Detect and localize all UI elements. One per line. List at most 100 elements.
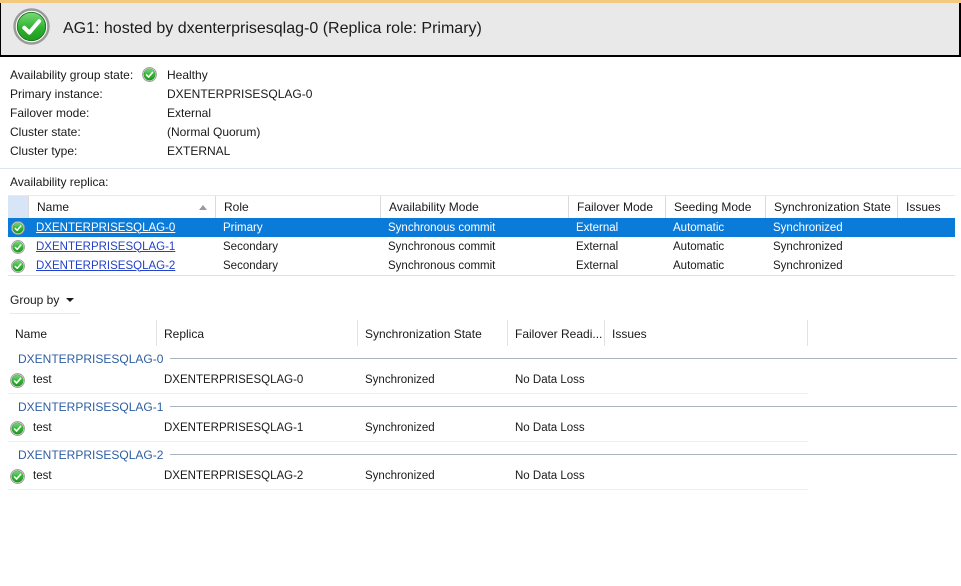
group-by-button[interactable]: Group by bbox=[10, 291, 80, 314]
section-divider bbox=[0, 168, 961, 169]
healthy-check-icon bbox=[13, 8, 50, 50]
replica-row[interactable]: DXENTERPRISESQLAG-0 PrimarySynchronous co… bbox=[8, 218, 955, 237]
database-replica-cell: DXENTERPRISESQLAG-1 bbox=[157, 422, 358, 434]
replica-name-cell: DXENTERPRISESQLAG-1 bbox=[28, 241, 215, 253]
db-column-header-failover-readi[interactable]: Failover Readi... bbox=[508, 320, 605, 346]
database-name: test bbox=[33, 374, 52, 386]
replica-table: Name Role Availability Mode Failover Mode Se… bbox=[8, 195, 955, 276]
group-header[interactable]: DXENTERPRISESQLAG-1 bbox=[8, 398, 961, 415]
db-column-header-name[interactable]: Name bbox=[8, 320, 157, 346]
replica-seeding-mode-cell: Automatic bbox=[665, 241, 765, 253]
database-name-cell: test bbox=[8, 421, 157, 436]
db-column-header-issues[interactable]: Issues bbox=[605, 320, 808, 346]
sort-ascending-icon bbox=[199, 205, 207, 210]
database-replica-cell: DXENTERPRISESQLAG-0 bbox=[157, 374, 358, 386]
database-failover-readiness-cell: No Data Loss bbox=[508, 374, 605, 386]
column-header-seeding-mode[interactable]: Seeding Mode bbox=[665, 196, 765, 218]
replica-table-body: DXENTERPRISESQLAG-0 PrimarySynchronous co… bbox=[8, 218, 955, 275]
replica-name-link[interactable]: DXENTERPRISESQLAG-1 bbox=[36, 241, 175, 253]
replica-name-cell: DXENTERPRISESQLAG-0 bbox=[28, 222, 215, 234]
database-row[interactable]: test DXENTERPRISESQLAG-2SynchronizedNo Da… bbox=[8, 463, 808, 490]
replica-availability-mode-cell: Synchronous commit bbox=[380, 222, 568, 234]
healthy-check-icon bbox=[11, 259, 25, 273]
column-header-name[interactable]: Name bbox=[28, 196, 215, 218]
db-column-header-label: Synchronization State bbox=[365, 327, 482, 341]
summary-field-label: Cluster state: bbox=[10, 125, 142, 139]
healthy-check-icon bbox=[10, 373, 25, 388]
status-icon-column-header[interactable] bbox=[8, 196, 28, 218]
replica-role-cell: Primary bbox=[215, 222, 380, 234]
database-name-cell: test bbox=[8, 373, 157, 388]
column-header-label: Synchronization State bbox=[774, 200, 891, 214]
replica-availability-mode-cell: Synchronous commit bbox=[380, 241, 568, 253]
replica-role-cell: Secondary bbox=[215, 241, 380, 253]
group-header-rule bbox=[170, 454, 957, 455]
chevron-down-icon bbox=[66, 298, 74, 302]
replica-synchronization-state-cell: Synchronized bbox=[765, 260, 897, 272]
summary-row: Cluster type:EXTERNAL bbox=[10, 141, 961, 160]
replica-status-cell bbox=[8, 259, 28, 273]
summary-field-label: Primary instance: bbox=[10, 87, 142, 101]
group-header[interactable]: DXENTERPRISESQLAG-2 bbox=[8, 446, 961, 463]
replica-status-cell bbox=[8, 221, 28, 235]
column-header-synchronization-state[interactable]: Synchronization State bbox=[765, 196, 897, 218]
db-column-header-synchronization-state[interactable]: Synchronization State bbox=[358, 320, 508, 346]
summary-field-label: Availability group state: bbox=[10, 68, 142, 82]
column-header-label: Role bbox=[224, 200, 249, 214]
replica-row[interactable]: DXENTERPRISESQLAG-1 SecondarySynchronous … bbox=[8, 237, 955, 256]
db-column-header-label: Replica bbox=[164, 327, 204, 341]
healthy-check-icon bbox=[142, 67, 157, 82]
database-name: test bbox=[33, 470, 52, 482]
database-synchronization-state-cell: Synchronized bbox=[358, 374, 508, 386]
database-row[interactable]: test DXENTERPRISESQLAG-1SynchronizedNo Da… bbox=[8, 415, 808, 442]
replica-name-link[interactable]: DXENTERPRISESQLAG-2 bbox=[36, 260, 175, 272]
column-header-issues[interactable]: Issues bbox=[897, 196, 955, 218]
column-header-label: Issues bbox=[906, 200, 941, 214]
database-replica-cell: DXENTERPRISESQLAG-2 bbox=[157, 470, 358, 482]
replica-row[interactable]: DXENTERPRISESQLAG-2SecondarySynchronous … bbox=[8, 256, 955, 275]
database-failover-readiness-cell: No Data Loss bbox=[508, 422, 605, 434]
healthy-check-icon bbox=[11, 240, 25, 254]
availability-group-dashboard: AG1: hosted by dxenterprisesqlag-0 (Repl… bbox=[0, 0, 961, 586]
summary-row: Primary instance: DXENTERPRISESQLAG-0 bbox=[10, 84, 961, 103]
database-synchronization-state-cell: Synchronized bbox=[358, 422, 508, 434]
summary-field-label: Failover mode: bbox=[10, 106, 142, 120]
database-synchronization-state-cell: Synchronized bbox=[358, 470, 508, 482]
db-header-filler bbox=[808, 320, 961, 346]
column-header-role[interactable]: Role bbox=[215, 196, 380, 218]
replica-name-link[interactable]: DXENTERPRISESQLAG-0 bbox=[36, 222, 175, 234]
column-header-availability-mode[interactable]: Availability Mode bbox=[380, 196, 568, 218]
summary-row: Failover mode:External bbox=[10, 103, 961, 122]
database-table-body: DXENTERPRISESQLAG-0 test DXENTERPRISESQLAG… bbox=[0, 350, 961, 490]
group-by-label: Group by bbox=[10, 293, 59, 307]
summary-row: Cluster state: (Normal Quorum) bbox=[10, 122, 961, 141]
replica-seeding-mode-cell: Automatic bbox=[665, 260, 765, 272]
db-column-header-label: Issues bbox=[612, 327, 647, 341]
replica-name-cell: DXENTERPRISESQLAG-2 bbox=[28, 260, 215, 272]
column-header-label: Availability Mode bbox=[389, 200, 479, 214]
column-header-failover-mode[interactable]: Failover Mode bbox=[568, 196, 665, 218]
summary-field-value: (Normal Quorum) bbox=[167, 125, 260, 139]
database-failover-readiness-cell: No Data Loss bbox=[508, 470, 605, 482]
availability-replica-label: Availability replica: bbox=[10, 175, 961, 189]
db-column-header-replica[interactable]: Replica bbox=[157, 320, 358, 346]
healthy-check-icon bbox=[11, 221, 25, 235]
db-column-header-label: Name bbox=[15, 327, 47, 341]
group-header-label: DXENTERPRISESQLAG-1 bbox=[8, 400, 163, 414]
summary-row: Availability group state:Healthy bbox=[10, 65, 961, 84]
summary-field-label: Cluster type: bbox=[10, 144, 142, 158]
db-column-header-label: Failover Readi... bbox=[515, 327, 602, 341]
database-name-cell: test bbox=[8, 469, 157, 484]
replica-status-cell bbox=[8, 240, 28, 254]
database-name: test bbox=[33, 422, 52, 434]
group-header-label: DXENTERPRISESQLAG-0 bbox=[8, 352, 163, 366]
group-header[interactable]: DXENTERPRISESQLAG-0 bbox=[8, 350, 961, 367]
group-header-rule bbox=[170, 358, 957, 359]
column-header-label: Seeding Mode bbox=[674, 200, 751, 214]
column-header-label: Failover Mode bbox=[577, 200, 653, 214]
summary-field-value: DXENTERPRISESQLAG-0 bbox=[167, 87, 312, 101]
database-row[interactable]: test DXENTERPRISESQLAG-0SynchronizedNo Da… bbox=[8, 367, 808, 394]
database-table-header: Name Replica Synchronization State Failover… bbox=[8, 320, 961, 346]
column-header-label: Name bbox=[37, 200, 69, 214]
group-header-label: DXENTERPRISESQLAG-2 bbox=[8, 448, 163, 462]
